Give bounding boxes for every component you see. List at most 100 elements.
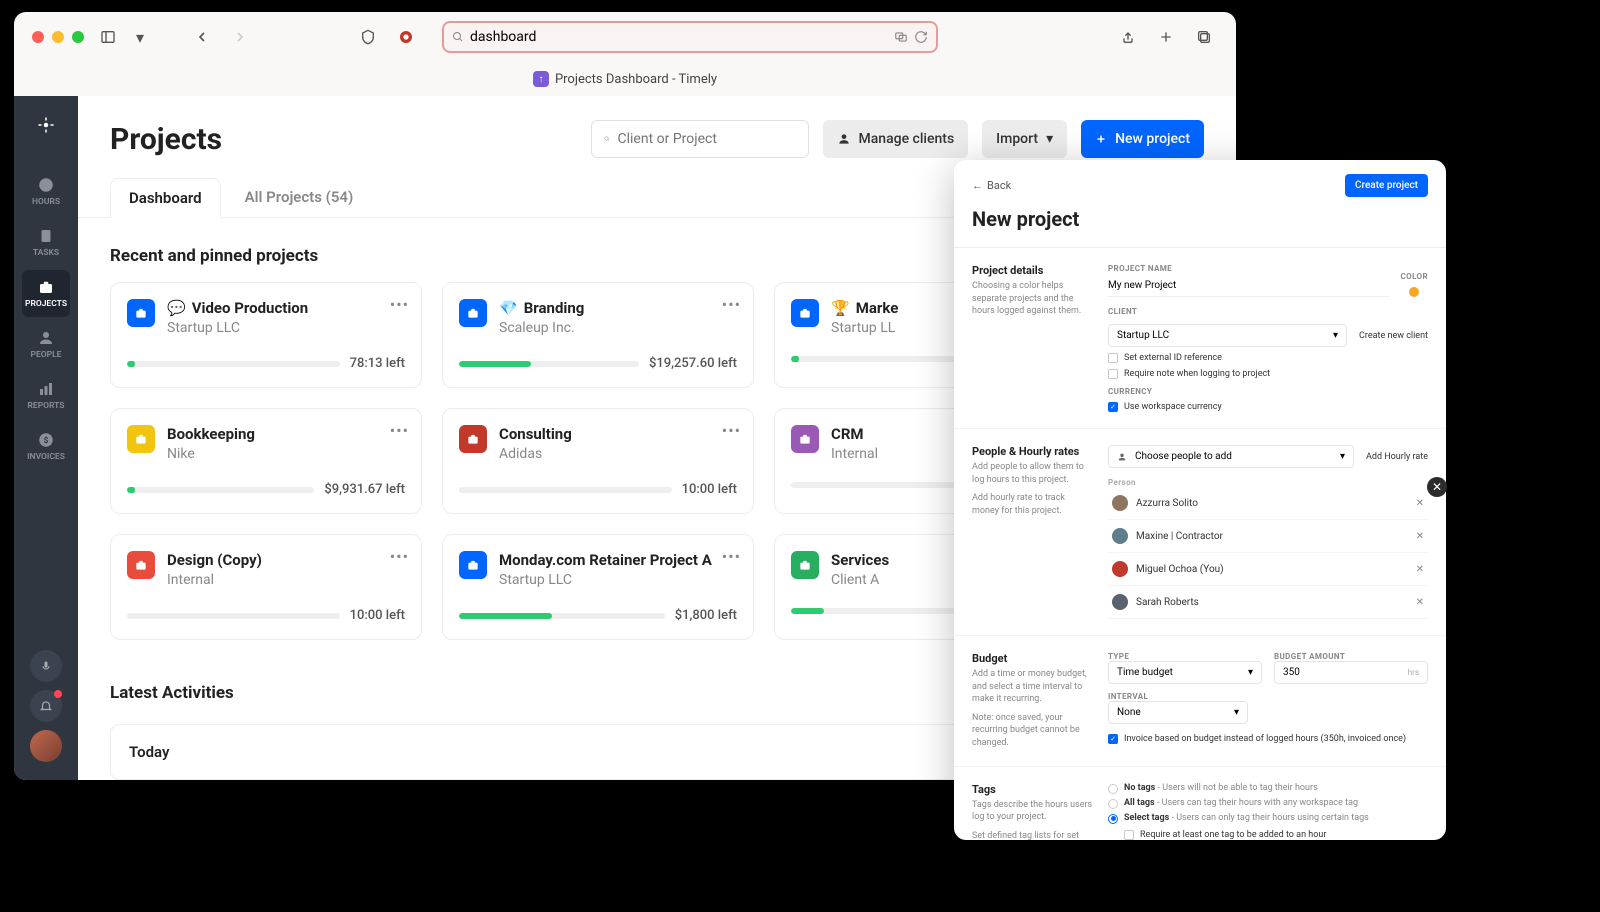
user-avatar[interactable] (30, 730, 62, 762)
new-project-button[interactable]: New project (1081, 120, 1204, 158)
project-name: Monday.com Retainer Project A (499, 551, 712, 569)
tab-dashboard[interactable]: Dashboard (110, 178, 221, 218)
card-more-icon[interactable]: ••• (390, 295, 409, 314)
tags-radio-select[interactable]: Select tags - Users can only tag their h… (1108, 813, 1428, 824)
app-sidebar: HOURS TASKS PROJECTS PEOPLE REPORTS $INV… (14, 96, 78, 780)
nav-forward-icon[interactable] (226, 23, 254, 51)
tags-radio-none[interactable]: No tags - Users will not be able to tag … (1108, 783, 1428, 794)
panel-title: New project (972, 207, 1428, 231)
nav-back-icon[interactable] (188, 23, 216, 51)
new-project-panel: ← Back Create project New project Projec… (954, 160, 1446, 840)
manage-clients-button[interactable]: Manage clients (823, 120, 969, 158)
card-more-icon[interactable]: ••• (390, 421, 409, 440)
project-name: 🏆Marke (831, 299, 898, 317)
chevron-down-icon[interactable]: ▾ (132, 23, 148, 51)
search-box[interactable] (591, 120, 809, 158)
project-card[interactable]: ••• 💎Branding Scaleup Inc. $19,257.60 le… (442, 282, 754, 388)
invoice-budget-check[interactable]: ✓Invoice based on budget instead of logg… (1108, 734, 1428, 744)
project-name: 💎Branding (499, 299, 584, 317)
tags-radio-all[interactable]: All tags - Users can tag their hours wit… (1108, 798, 1428, 809)
titlebar: ▾ (14, 12, 1236, 62)
project-client: Startup LLC (499, 572, 712, 588)
sidebar-item-people[interactable]: PEOPLE (22, 321, 70, 368)
back-link[interactable]: ← Back (972, 179, 1011, 192)
mic-button[interactable] (30, 650, 62, 682)
project-client: Internal (831, 446, 878, 462)
sidebar-logo[interactable] (22, 108, 70, 142)
external-id-check[interactable]: Set external ID reference (1108, 353, 1428, 363)
progress-bar (127, 361, 340, 367)
ublock-icon[interactable] (392, 23, 420, 51)
card-more-icon[interactable]: ••• (722, 547, 741, 566)
project-card[interactable]: ••• Design (Copy) Internal 10:00 left (110, 534, 422, 640)
person-name: Azzurra Solito (1136, 498, 1408, 509)
project-icon (791, 425, 819, 453)
project-client: Nike (167, 446, 255, 462)
person-avatar (1112, 594, 1128, 610)
translate-icon[interactable] (894, 30, 908, 44)
project-client: Startup LL (831, 320, 898, 336)
project-client: Client A (831, 572, 889, 588)
tab-strip: ↑ Projects Dashboard - Timely (14, 62, 1236, 96)
progress-bar (459, 487, 672, 493)
section-budget: Budget Add a time or money budget, and s… (954, 636, 1446, 767)
card-more-icon[interactable]: ••• (722, 421, 741, 440)
project-card[interactable]: ••• Monday.com Retainer Project A Startu… (442, 534, 754, 640)
remove-person-icon[interactable]: ✕ (1416, 498, 1424, 509)
remove-person-icon[interactable]: ✕ (1416, 531, 1424, 542)
sidebar-toggle-icon[interactable] (94, 23, 122, 51)
traffic-lights[interactable] (32, 31, 84, 43)
url-input[interactable] (470, 29, 888, 45)
import-button[interactable]: Import ▾ (982, 120, 1067, 158)
sidebar-item-tasks[interactable]: TASKS (22, 219, 70, 266)
share-icon[interactable] (1114, 23, 1142, 51)
project-card[interactable]: ••• 💬Video Production Startup LLC 78:13 … (110, 282, 422, 388)
remove-person-icon[interactable]: ✕ (1416, 597, 1424, 608)
project-icon (127, 425, 155, 453)
budget-type-select[interactable]: Time budget▾ (1108, 661, 1262, 684)
card-more-icon[interactable]: ••• (390, 547, 409, 566)
interval-select[interactable]: None▾ (1108, 701, 1248, 724)
require-note-check[interactable]: Require note when logging to project (1108, 369, 1428, 379)
people-select[interactable]: Choose people to add▾ (1108, 445, 1354, 468)
shield-icon[interactable] (354, 23, 382, 51)
budget-left: $9,931.67 left (324, 482, 405, 497)
project-name: CRM (831, 425, 878, 443)
tab-all-projects[interactable]: All Projects (54) (227, 178, 372, 217)
new-tab-icon[interactable] (1152, 23, 1180, 51)
project-icon (127, 299, 155, 327)
person-name: Miguel Ochoa (You) (1136, 564, 1408, 575)
workspace-currency-check[interactable]: ✓Use workspace currency (1108, 402, 1428, 412)
budget-amount-input[interactable]: 350hrs (1274, 661, 1428, 684)
tab-title: Projects Dashboard - Timely (555, 72, 717, 87)
close-panel-button[interactable]: ✕ (1427, 477, 1447, 497)
person-avatar (1112, 561, 1128, 577)
project-card[interactable]: ••• Consulting Adidas 10:00 left (442, 408, 754, 514)
budget-left: 10:00 left (350, 608, 405, 623)
person-avatar (1112, 528, 1128, 544)
sidebar-item-hours[interactable]: HOURS (22, 168, 70, 215)
project-name-input[interactable] (1108, 275, 1389, 297)
create-client-link[interactable]: Create new client (1359, 331, 1428, 341)
project-icon (459, 425, 487, 453)
client-select[interactable]: Startup LLC▾ (1108, 324, 1347, 347)
card-more-icon[interactable]: ••• (722, 295, 741, 314)
section-people: People & Hourly rates Add people to allo… (954, 429, 1446, 636)
project-client: Internal (167, 572, 262, 588)
reload-icon[interactable] (914, 30, 928, 44)
tabs-overview-icon[interactable] (1190, 23, 1218, 51)
address-bar[interactable] (442, 21, 938, 53)
create-project-button[interactable]: Create project (1345, 174, 1428, 197)
sidebar-item-reports[interactable]: REPORTS (22, 372, 70, 419)
sidebar-item-invoices[interactable]: $INVOICES (22, 423, 70, 470)
remove-person-icon[interactable]: ✕ (1416, 564, 1424, 575)
section-details: Project details Choosing a color helps s… (954, 248, 1446, 429)
add-hourly-rate-link[interactable]: Add Hourly rate (1366, 452, 1428, 462)
color-picker[interactable] (1409, 287, 1419, 297)
project-card[interactable]: ••• Bookkeeping Nike $9,931.67 left (110, 408, 422, 514)
search-input[interactable] (618, 131, 796, 147)
notifications-button[interactable] (30, 690, 62, 722)
sidebar-item-projects[interactable]: PROJECTS (22, 270, 70, 317)
require-tag-check[interactable]: Require at least one tag to be added to … (1124, 830, 1428, 840)
page-title: Projects (110, 122, 222, 157)
